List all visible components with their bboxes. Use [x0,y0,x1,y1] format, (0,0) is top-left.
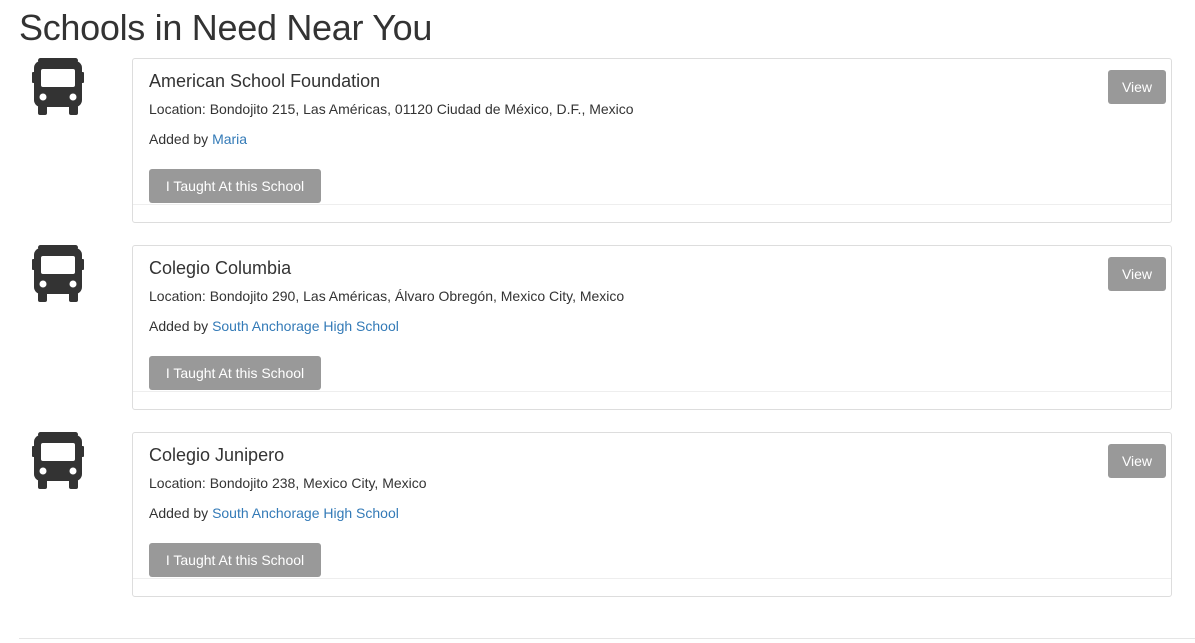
card-footer-divider [133,204,1171,205]
page-divider [19,638,1195,639]
view-button[interactable]: View [1108,70,1166,104]
school-list-item: Colegio Columbia Location: Bondojito 290… [0,245,1195,412]
school-location: Location: Bondojito 238, Mexico City, Me… [149,475,427,491]
card-footer-divider [133,391,1171,392]
school-card: Colegio Junipero Location: Bondojito 238… [132,432,1172,597]
bus-icon [32,58,84,115]
card-footer-divider [133,578,1171,579]
added-by-link[interactable]: South Anchorage High School [212,505,399,521]
school-list-item: Colegio Junipero Location: Bondojito 238… [0,432,1195,599]
school-location: Location: Bondojito 215, Las Américas, 0… [149,101,634,117]
added-by: Added by South Anchorage High School [149,504,399,522]
school-card: American School Foundation Location: Bon… [132,58,1172,223]
page: Schools in Need Near You American School… [0,0,1195,643]
view-button[interactable]: View [1108,257,1166,291]
added-by-link[interactable]: Maria [212,131,247,147]
taught-at-school-button[interactable]: I Taught At this School [149,356,321,390]
taught-at-school-button[interactable]: I Taught At this School [149,543,321,577]
view-button[interactable]: View [1108,444,1166,478]
added-by-label: Added by [149,318,209,334]
school-list-item: American School Foundation Location: Bon… [0,58,1195,225]
added-by: Added by Maria [149,130,247,148]
school-card: Colegio Columbia Location: Bondojito 290… [132,245,1172,410]
added-by: Added by South Anchorage High School [149,317,399,335]
page-title: Schools in Need Near You [19,7,433,48]
school-name: American School Foundation [149,71,381,91]
school-location: Location: Bondojito 290, Las Américas, Á… [149,288,625,304]
added-by-label: Added by [149,505,209,521]
taught-at-school-button[interactable]: I Taught At this School [149,169,321,203]
added-by-link[interactable]: South Anchorage High School [212,318,399,334]
school-name: Colegio Columbia [149,258,292,278]
bus-icon [32,432,84,489]
bus-icon [32,245,84,302]
added-by-label: Added by [149,131,209,147]
school-name: Colegio Junipero [149,445,285,465]
